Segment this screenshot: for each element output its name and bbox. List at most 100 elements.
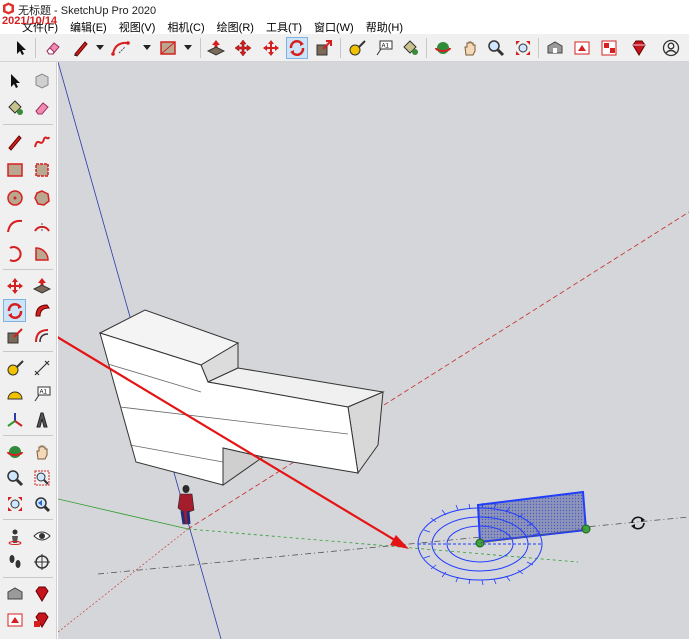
zoom-magnifier-icon <box>488 40 505 57</box>
zoom-tool-button[interactable] <box>485 37 507 59</box>
lt-pie-button[interactable] <box>30 242 53 265</box>
lt-look-around-button[interactable] <box>30 524 53 547</box>
move-arrows-alt-button[interactable] <box>260 37 282 59</box>
lt-line-button[interactable] <box>3 130 26 153</box>
extension-manager-button[interactable] <box>598 37 620 59</box>
lt-tape-button[interactable] <box>3 356 26 379</box>
tape-measure-button[interactable] <box>346 37 368 59</box>
selected-face[interactable] <box>476 490 588 544</box>
lt-rotated-rect-button[interactable] <box>30 158 53 181</box>
rotate-icon <box>289 40 305 56</box>
lt-ruby-button[interactable] <box>30 582 53 605</box>
text-label-icon: A1 <box>376 40 393 56</box>
lt-eraser-button[interactable] <box>30 96 53 119</box>
lt-zoom-button[interactable] <box>3 466 26 489</box>
zoom-extents-button[interactable] <box>512 37 534 59</box>
arrow-cursor-icon <box>17 41 26 55</box>
account-button[interactable] <box>660 37 682 59</box>
lt-scale-button[interactable] <box>3 324 26 347</box>
share-model-icon <box>7 613 22 626</box>
lt-warehouse-button[interactable] <box>3 582 26 605</box>
eraser-icon <box>46 42 60 55</box>
menu-window[interactable]: 窗口(W) <box>308 18 360 34</box>
lt-arc-button[interactable] <box>3 214 26 237</box>
3d-text-icon <box>35 412 48 427</box>
menu-tools[interactable]: 工具(T) <box>260 18 308 34</box>
lt-axes-button[interactable] <box>3 408 26 431</box>
lt-previous-view-button[interactable] <box>30 492 53 515</box>
circle-icon <box>6 189 23 206</box>
green-axis <box>58 498 189 530</box>
lt-component-button[interactable] <box>30 69 53 92</box>
red-axis <box>187 211 689 530</box>
rectangle-tool-button[interactable] <box>157 37 179 59</box>
lt-paint-button[interactable] <box>3 96 26 119</box>
lt-circle-button[interactable] <box>3 186 26 209</box>
follow-me-icon <box>34 303 50 316</box>
menu-edit[interactable]: 编辑(E) <box>64 18 113 34</box>
lt-freehand-button[interactable] <box>30 130 53 153</box>
ruby-gem-icon <box>632 40 646 56</box>
extension-warehouse-icon <box>33 612 49 628</box>
box-model[interactable] <box>98 309 385 486</box>
menu-camera[interactable]: 相机(C) <box>161 18 210 34</box>
lt-arc3-button[interactable] <box>3 242 26 265</box>
lt-offset-button[interactable] <box>30 324 53 347</box>
lt-followme-button[interactable] <box>30 299 53 322</box>
modeling-viewport[interactable] <box>58 62 689 639</box>
hand-pan-icon <box>35 445 47 459</box>
pencil-icon <box>74 41 88 57</box>
lt-share-button[interactable] <box>3 608 26 631</box>
lt-move-button[interactable] <box>3 274 26 297</box>
scene-canvas[interactable] <box>58 62 689 639</box>
lt-section-plane-button[interactable] <box>30 550 53 573</box>
lt-orbit-button[interactable] <box>3 440 26 463</box>
lt-extension-button[interactable] <box>30 608 53 631</box>
menu-view[interactable]: 视图(V) <box>113 18 162 34</box>
orbit-icon <box>435 42 451 54</box>
lt-protractor-button[interactable] <box>3 382 26 405</box>
lt-polygon-button[interactable] <box>30 186 53 209</box>
eraser-tool-button[interactable] <box>42 37 64 59</box>
pan-tool-button[interactable] <box>459 37 481 59</box>
push-pull-tool-button[interactable] <box>205 37 227 59</box>
arrow-cursor-icon <box>10 73 20 88</box>
lt-3dtext-button[interactable] <box>30 408 53 431</box>
line-tool-button[interactable] <box>70 37 92 59</box>
lt-arc2-button[interactable] <box>30 214 53 237</box>
three-point-arc-icon <box>8 245 22 262</box>
title-bar: 无标题 - SketchUp Pro 2020 <box>0 0 689 18</box>
select-tool-button[interactable] <box>10 37 32 59</box>
paint-bucket-button[interactable] <box>399 37 421 59</box>
lt-walk-button[interactable] <box>3 550 26 573</box>
red-axis-negative <box>58 528 189 633</box>
orbit-tool-button[interactable] <box>432 37 454 59</box>
lt-dimension-button[interactable] <box>30 356 53 379</box>
orbit-icon <box>6 445 23 458</box>
lt-position-camera-button[interactable] <box>3 524 26 547</box>
arc-tool-button[interactable] <box>110 37 132 59</box>
move-tool-button[interactable] <box>232 37 254 59</box>
warehouse-button[interactable] <box>544 37 566 59</box>
lt-zoom-extents-button[interactable] <box>3 492 26 515</box>
lt-rectangle-button[interactable] <box>3 158 26 181</box>
lt-pushpull-button[interactable] <box>30 274 53 297</box>
text-tool-button[interactable]: A1 <box>373 37 395 59</box>
ruby-console-button[interactable] <box>628 37 650 59</box>
scale-figure[interactable] <box>177 485 195 525</box>
rotate-tool-button[interactable] <box>286 37 308 59</box>
menu-help[interactable]: 帮助(H) <box>360 18 409 34</box>
rotate-cursor-icon <box>631 516 645 530</box>
arc-icon <box>6 219 22 232</box>
lt-select-button[interactable] <box>3 69 26 92</box>
share-model-button[interactable] <box>571 37 593 59</box>
push-pull-icon <box>207 40 225 56</box>
extension-warehouse-icon <box>601 40 617 56</box>
lt-text-button[interactable]: A1 <box>30 382 53 405</box>
menu-draw[interactable]: 绘图(R) <box>211 18 260 34</box>
scale-tool-button[interactable] <box>313 37 335 59</box>
lt-zoom-window-button[interactable] <box>30 466 53 489</box>
lt-pan-button[interactable] <box>30 440 53 463</box>
move-arrows-icon <box>234 39 252 57</box>
lt-rotate-button[interactable] <box>3 299 26 322</box>
